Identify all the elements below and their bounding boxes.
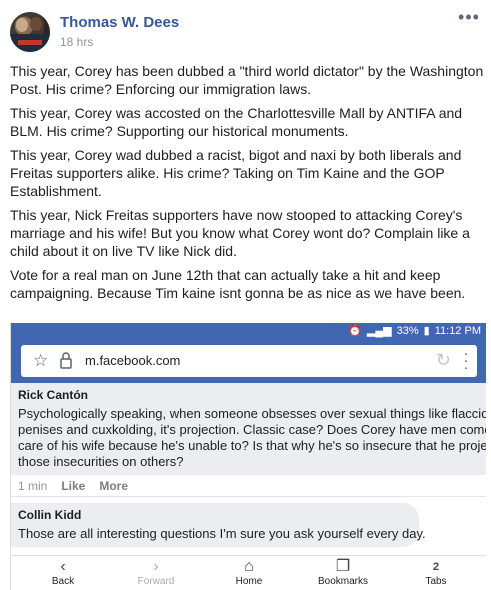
comment-line: care of his wife because he's unable to?… <box>18 438 486 453</box>
comment-time: 1 min <box>18 479 48 493</box>
back-icon: ‹ <box>60 558 66 575</box>
post-paragraph: This year, Corey was accosted on the Cha… <box>10 105 463 139</box>
nav-back[interactable]: ‹ Back <box>23 558 103 587</box>
facebook-post: Thomas W. Dees 18 hrs ••• This year, Cor… <box>0 0 491 590</box>
nav-label: Forward <box>137 576 175 587</box>
post-paragraph: Vote for a real man on June 12th that ca… <box>10 267 466 301</box>
browser-bottom-nav: ‹ Back › Forward ⌂ Home ❐ Bookmarks 2 Ta… <box>11 555 486 590</box>
alarm-icon: ⏰ <box>348 325 362 337</box>
divider <box>11 496 486 497</box>
battery-icon: ▮ <box>423 325 430 337</box>
more-options-icon[interactable]: ••• <box>457 8 481 30</box>
post-paragraph: This year, Corey has been dubbed a "thir… <box>10 63 484 97</box>
post-timestamp[interactable]: 18 hrs <box>60 35 93 49</box>
nav-bookmarks[interactable]: ❐ Bookmarks <box>303 558 383 587</box>
more-button[interactable]: More <box>99 479 128 493</box>
nav-home[interactable]: ⌂ Home <box>209 558 289 587</box>
comments-section: Rick Cantón Psychologically speaking, wh… <box>11 383 486 555</box>
post-body: This year, Corey has been dubbed a "thir… <box>10 62 485 308</box>
bookmarks-icon: ❐ <box>335 558 351 575</box>
url-text[interactable]: m.facebook.com <box>85 353 180 368</box>
nav-label: Tabs <box>425 576 447 587</box>
browser-toolbar: ☆ m.facebook.com ↻ · · · <box>11 339 486 383</box>
comment-text: Those are all interesting questions I'm … <box>18 526 426 541</box>
phone-status-bar: ⏰ ▂▄▆ 33% ▮ 11:12 PM <box>11 323 486 339</box>
nav-label: Back <box>51 576 75 587</box>
nav-tabs[interactable]: 2 Tabs <box>396 558 476 587</box>
attached-screenshot[interactable]: ⏰ ▂▄▆ 33% ▮ 11:12 PM ☆ m.facebook.com ↻ … <box>10 323 486 590</box>
comment-actions: 1 min Like More <box>18 475 128 497</box>
reload-icon[interactable]: ↻ <box>436 350 451 371</box>
star-icon[interactable]: ☆ <box>33 351 48 371</box>
comment: Rick Cantón Psychologically speaking, wh… <box>11 383 486 475</box>
like-button[interactable]: Like <box>61 479 85 493</box>
nav-label: Home <box>235 576 263 587</box>
lock-icon <box>60 352 72 369</box>
clock: 11:12 PM <box>434 324 481 337</box>
nav-forward[interactable]: › Forward <box>116 558 196 587</box>
signal-icon: ▂▄▆ <box>366 325 392 337</box>
comment: Collin Kidd Those are all interesting qu… <box>11 503 426 547</box>
battery-percent: 33% <box>396 324 419 337</box>
post-header: Thomas W. Dees 18 hrs ••• <box>10 8 481 52</box>
forward-icon: › <box>153 558 159 575</box>
tabs-icon: 2 <box>432 561 440 573</box>
address-bar[interactable]: ☆ m.facebook.com ↻ · · · <box>21 345 477 377</box>
browser-menu-icon[interactable]: · · · <box>463 346 469 375</box>
comment-line: Psychologically speaking, when someone o… <box>18 406 486 421</box>
nav-label: Bookmarks <box>317 576 368 587</box>
comment-author[interactable]: Rick Cantón <box>18 388 486 402</box>
post-paragraph: This year, Corey wad dubbed a racist, bi… <box>10 147 462 199</box>
comment-line: those insecurities on others? <box>18 454 184 469</box>
post-paragraph: This year, Nick Freitas supporters have … <box>10 207 470 259</box>
home-icon: ⌂ <box>244 558 254 575</box>
author-name[interactable]: Thomas W. Dees <box>60 14 179 31</box>
comment-line: penises and cuxkolding, it's projection.… <box>18 422 486 437</box>
comment-author[interactable]: Collin Kidd <box>18 508 419 522</box>
avatar[interactable] <box>10 12 50 52</box>
comment-text: Psychologically speaking, when someone o… <box>18 406 486 470</box>
